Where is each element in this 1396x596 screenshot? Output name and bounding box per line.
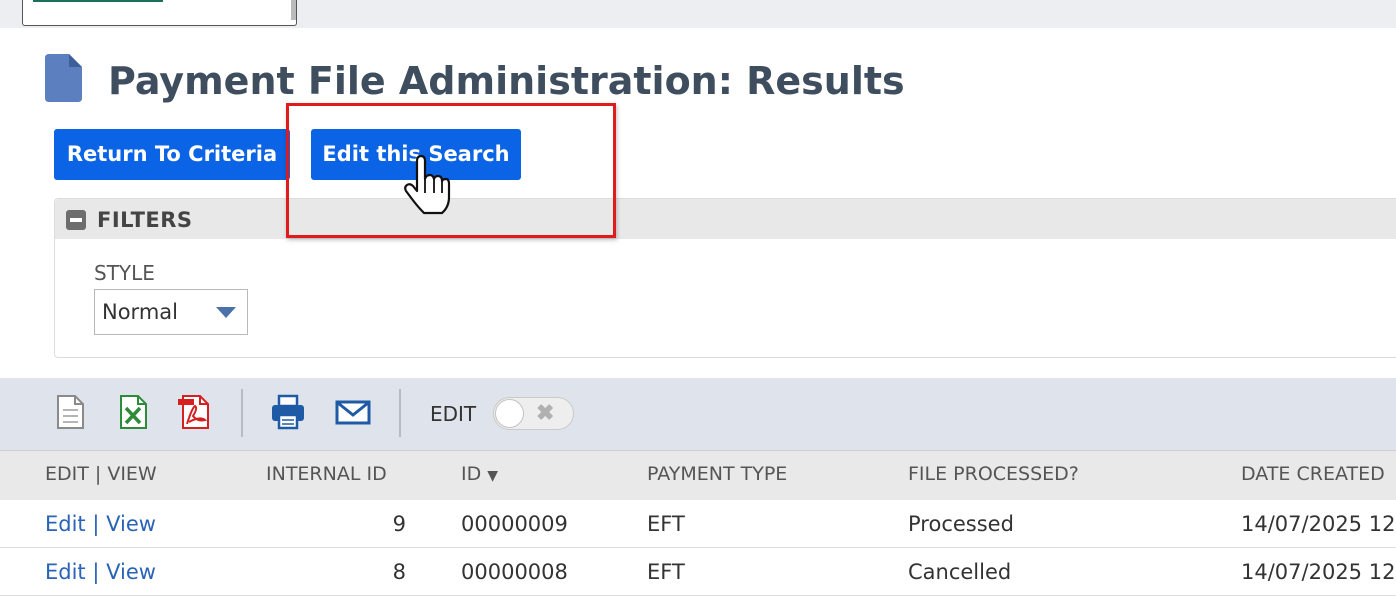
export-pdf-icon[interactable] bbox=[176, 392, 214, 432]
filters-heading: FILTERS bbox=[97, 208, 193, 232]
column-header-id-label: ID bbox=[461, 463, 482, 485]
toggle-knob bbox=[495, 399, 524, 428]
table-row bbox=[0, 500, 1396, 548]
style-selected-value: Normal bbox=[102, 300, 178, 324]
export-excel-icon[interactable] bbox=[114, 392, 152, 432]
internal-id-cell: 8 bbox=[392, 560, 406, 584]
edit-link[interactable]: Edit bbox=[45, 512, 86, 536]
chevron-down-icon bbox=[216, 307, 236, 318]
export-csv-icon[interactable] bbox=[51, 392, 89, 432]
style-label: STYLE bbox=[94, 261, 155, 285]
payment-type-cell: EFT bbox=[647, 512, 685, 536]
toolbar-divider bbox=[399, 389, 401, 437]
document-icon bbox=[45, 54, 82, 102]
return-to-criteria-button[interactable]: Return To Criteria bbox=[54, 129, 290, 180]
collapse-icon[interactable] bbox=[66, 210, 86, 230]
column-header-edit-view: EDIT | VIEW bbox=[45, 463, 157, 485]
sort-descending-icon: ▼ bbox=[487, 468, 499, 484]
row-edit-view-links: Edit | View bbox=[45, 512, 156, 536]
edit-mode-toggle[interactable]: ✖ bbox=[493, 397, 574, 430]
table-row bbox=[0, 548, 1396, 596]
edit-mode-label: EDIT bbox=[430, 402, 477, 426]
view-link[interactable]: View bbox=[106, 512, 156, 536]
id-cell: 00000009 bbox=[461, 512, 568, 536]
filters-header[interactable]: FILTERS bbox=[55, 199, 1396, 239]
email-icon[interactable] bbox=[334, 392, 372, 432]
filters-panel: FILTERS bbox=[54, 198, 1396, 358]
hand-cursor-icon bbox=[404, 155, 451, 215]
row-edit-view-links: Edit | View bbox=[45, 560, 156, 584]
internal-id-cell: 9 bbox=[392, 512, 406, 536]
id-cell: 00000008 bbox=[461, 560, 568, 584]
column-header-internal-id[interactable]: INTERNAL ID bbox=[266, 463, 387, 485]
column-header-file-processed[interactable]: FILE PROCESSED? bbox=[908, 463, 1079, 485]
file-processed-cell: Processed bbox=[908, 512, 1014, 536]
column-header-date-created[interactable]: DATE CREATED bbox=[1241, 463, 1385, 485]
date-created-cell: 14/07/2025 12:4 bbox=[1241, 560, 1396, 584]
date-created-cell: 14/07/2025 12:5 bbox=[1241, 512, 1396, 536]
close-icon: ✖ bbox=[536, 400, 555, 425]
page-thumbnail[interactable] bbox=[22, 0, 297, 26]
view-link[interactable]: View bbox=[106, 560, 156, 584]
payment-type-cell: EFT bbox=[647, 560, 685, 584]
top-strip bbox=[0, 0, 1396, 28]
edit-link[interactable]: Edit bbox=[45, 560, 86, 584]
file-processed-cell: Cancelled bbox=[908, 560, 1012, 584]
page-title: Payment File Administration: Results bbox=[108, 59, 905, 103]
column-header-id[interactable]: ID ▼ bbox=[461, 463, 498, 485]
column-header-payment-type[interactable]: PAYMENT TYPE bbox=[647, 463, 787, 485]
toolbar-divider bbox=[241, 389, 243, 437]
style-select[interactable]: Normal bbox=[94, 289, 248, 335]
print-icon[interactable] bbox=[269, 392, 307, 432]
